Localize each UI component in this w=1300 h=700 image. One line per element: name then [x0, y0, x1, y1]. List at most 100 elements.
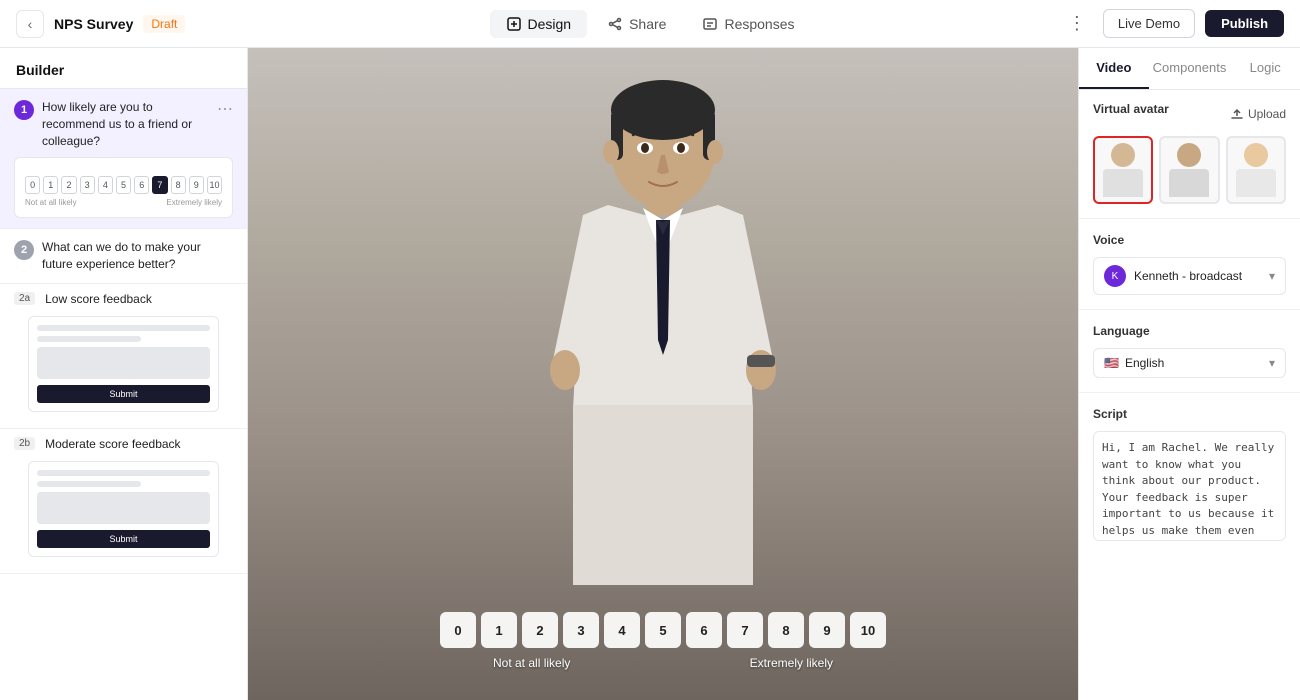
- nps-button-3[interactable]: 3: [563, 612, 599, 648]
- avatar2-body: [1169, 169, 1209, 197]
- nps-scale-preview: 0 1 2 3 4 5 6 7 8 9 10: [25, 176, 222, 194]
- design-icon: [506, 16, 522, 32]
- avatar-option-2[interactable]: [1159, 136, 1219, 204]
- sidebar: Builder 1 How likely are you to recommen…: [0, 48, 248, 700]
- survey-title: NPS Survey: [54, 16, 133, 32]
- q2b-title: Moderate score feedback: [45, 437, 180, 451]
- avatar-2-placeholder: [1161, 138, 1217, 202]
- live-demo-button[interactable]: Live Demo: [1103, 9, 1195, 38]
- fake-line-1: [37, 325, 210, 331]
- q2b-badge: 2b: [14, 437, 35, 450]
- language-label: Language: [1093, 324, 1286, 338]
- q2-text: What can we do to make your future exper…: [42, 239, 233, 273]
- nav-left: ‹ NPS Survey Draft: [16, 10, 439, 38]
- nav-center: Design Share Responses: [439, 10, 862, 38]
- language-section: Language 🇺🇸 English ▾: [1079, 312, 1300, 390]
- voice-selected-label: Kenneth - broadcast: [1134, 269, 1242, 283]
- nav-right: ⋮ Live Demo Publish: [861, 8, 1284, 40]
- script-textarea[interactable]: [1093, 431, 1286, 541]
- avatar3-body: [1236, 169, 1276, 197]
- upload-button[interactable]: Upload: [1230, 105, 1286, 123]
- panel-tab-logic[interactable]: Logic: [1230, 48, 1300, 89]
- panel-tab-components[interactable]: Components: [1149, 48, 1231, 89]
- publish-button[interactable]: Publish: [1205, 10, 1284, 37]
- top-nav: ‹ NPS Survey Draft Design Share Response…: [0, 0, 1300, 48]
- panel-tabs: Video Components Logic: [1079, 48, 1300, 90]
- right-panel: Video Components Logic Virtual avatar Up…: [1078, 48, 1300, 700]
- avatar3-head: [1244, 143, 1268, 167]
- language-dropdown[interactable]: 🇺🇸 English ▾: [1093, 348, 1286, 378]
- voice-dropdown[interactable]: K Kenneth - broadcast ▾: [1093, 257, 1286, 295]
- nps-button-8[interactable]: 8: [768, 612, 804, 648]
- q1-preview: 0 1 2 3 4 5 6 7 8 9 10 Not at all likely…: [14, 157, 233, 218]
- avatar-1-placeholder: [1095, 138, 1151, 202]
- question-item-2a[interactable]: 2a Low score feedback Submit: [0, 284, 247, 429]
- nps-button-5[interactable]: 5: [645, 612, 681, 648]
- avatar-3-placeholder: [1228, 138, 1284, 202]
- nps-button-7[interactable]: 7: [727, 612, 763, 648]
- avatar-grid: [1093, 136, 1286, 204]
- fake-line-3: [37, 470, 210, 476]
- avatar-option-3[interactable]: [1226, 136, 1286, 204]
- q2a-header: 2a Low score feedback: [14, 292, 233, 310]
- voice-select-inner: K Kenneth - broadcast: [1104, 265, 1242, 287]
- avatar2-head: [1177, 143, 1201, 167]
- q2a-badge: 2a: [14, 292, 35, 305]
- question-item-1[interactable]: 1 How likely are you to recommend us to …: [0, 89, 247, 229]
- nps-button-1[interactable]: 1: [481, 612, 517, 648]
- divider-2: [1079, 309, 1300, 310]
- nps-buttons-row: 012345678910: [440, 612, 886, 648]
- language-chevron-icon: ▾: [1269, 356, 1275, 370]
- avatar1-body: [1103, 169, 1143, 197]
- avatar-svg: [513, 60, 813, 640]
- panel-tab-video[interactable]: Video: [1079, 48, 1149, 89]
- virtual-avatar-label: Virtual avatar: [1093, 102, 1169, 116]
- nps-button-9[interactable]: 9: [809, 612, 845, 648]
- q1-text: How likely are you to recommend us to a …: [42, 99, 209, 149]
- tab-responses[interactable]: Responses: [686, 10, 810, 38]
- nps-footer-labels: Not at all likely Extremely likely: [493, 656, 833, 670]
- sidebar-header: Builder: [0, 48, 247, 89]
- q2a-preview: Submit: [28, 316, 219, 412]
- language-selected-label: English: [1125, 356, 1164, 370]
- nps-button-6[interactable]: 6: [686, 612, 722, 648]
- fake-textarea: [37, 347, 210, 379]
- question-item-2b[interactable]: 2b Moderate score feedback Submit: [0, 429, 247, 574]
- submit-btn-preview: Submit: [37, 385, 210, 403]
- q2-number: 2: [14, 240, 34, 260]
- q2b-preview: Submit: [28, 461, 219, 557]
- q2-header: 2 What can we do to make your future exp…: [14, 239, 233, 273]
- back-button[interactable]: ‹: [16, 10, 44, 38]
- fake-line-2: [37, 336, 141, 342]
- divider-3: [1079, 392, 1300, 393]
- avatar-option-1[interactable]: [1093, 136, 1153, 204]
- nps-button-10[interactable]: 10: [850, 612, 886, 648]
- q2b-header: 2b Moderate score feedback: [14, 437, 233, 455]
- q2a-title: Low score feedback: [45, 292, 152, 306]
- q1-number: 1: [14, 100, 34, 120]
- main-content: Builder 1 How likely are you to recommen…: [0, 48, 1300, 700]
- draft-badge: Draft: [143, 15, 185, 33]
- share-icon: [607, 16, 623, 32]
- fake-textarea-2: [37, 492, 210, 524]
- lang-select-inner: 🇺🇸 English: [1104, 356, 1164, 370]
- avatar-upload-row: Virtual avatar Upload: [1093, 102, 1286, 126]
- nps-button-2[interactable]: 2: [522, 612, 558, 648]
- voice-section: Voice K Kenneth - broadcast ▾: [1079, 221, 1300, 307]
- q1-more-button[interactable]: ⋯: [217, 99, 233, 119]
- voice-avatar-icon: K: [1104, 265, 1126, 287]
- voice-chevron-icon: ▾: [1269, 269, 1275, 283]
- virtual-avatar-section: Virtual avatar Upload: [1079, 90, 1300, 216]
- question-item-2[interactable]: 2 What can we do to make your future exp…: [0, 229, 247, 284]
- divider-1: [1079, 218, 1300, 219]
- tab-design[interactable]: Design: [490, 10, 588, 38]
- nps-button-0[interactable]: 0: [440, 612, 476, 648]
- tab-share[interactable]: Share: [591, 10, 682, 38]
- script-label: Script: [1093, 407, 1286, 421]
- responses-icon: [702, 16, 718, 32]
- nps-labels-preview: Not at all likely Extremely likely: [25, 198, 222, 207]
- avatar1-head: [1111, 143, 1135, 167]
- video-area: 012345678910 Not at all likely Extremely…: [248, 48, 1078, 700]
- more-options-button[interactable]: ⋮: [1061, 8, 1093, 40]
- nps-button-4[interactable]: 4: [604, 612, 640, 648]
